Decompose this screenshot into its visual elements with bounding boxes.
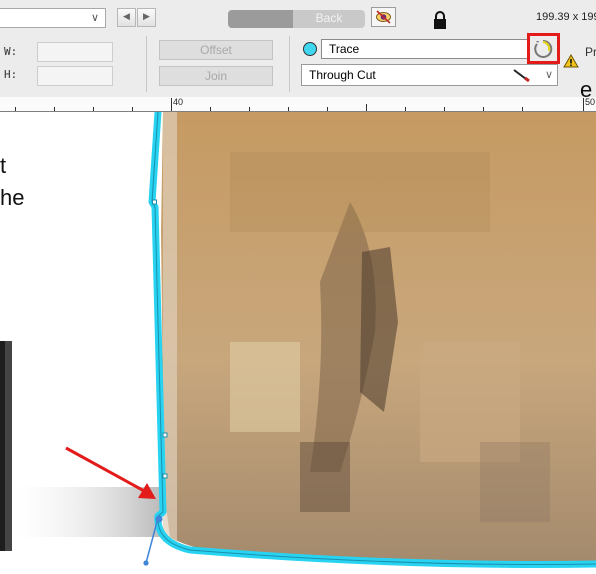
toolbar-separator xyxy=(146,36,147,92)
ruler-label-40: 40 xyxy=(173,97,184,107)
lock-icon[interactable] xyxy=(433,10,447,30)
warning-icon xyxy=(563,54,579,68)
partial-label: Pr xyxy=(585,45,596,59)
width-field[interactable] xyxy=(37,42,113,62)
eye-toggle-button[interactable] xyxy=(371,7,396,27)
cut-settings-toolbar: ∨ ◀ ▶ Back 199.39 x 199.8 W: H: Offset J… xyxy=(0,0,596,98)
join-button[interactable]: Join xyxy=(159,66,273,86)
nav-prev-button[interactable]: ◀ xyxy=(117,8,136,27)
knife-icon xyxy=(513,69,530,82)
cut-style-value: Through Cut xyxy=(309,68,376,82)
trace-line-field[interactable]: Trace xyxy=(321,39,528,59)
design-canvas[interactable] xyxy=(0,112,596,574)
cut-style-select[interactable]: Through Cut ∨ xyxy=(301,64,558,86)
image-layer xyxy=(0,112,596,568)
offset-button[interactable]: Offset xyxy=(159,40,273,60)
chevron-down-icon[interactable]: ∨ xyxy=(545,65,553,85)
eye-icon xyxy=(376,10,391,24)
back-toggle[interactable]: Back xyxy=(293,10,365,28)
toolbar-separator xyxy=(289,36,290,92)
preset-combo[interactable]: ∨ xyxy=(0,8,106,28)
document-text: e xyxy=(580,77,593,102)
nav-next-button[interactable]: ▶ xyxy=(137,8,156,27)
height-label: H: xyxy=(4,68,18,81)
height-field[interactable] xyxy=(37,66,113,86)
horizontal-ruler: 40 50 xyxy=(0,97,596,112)
combo-dropdown-icon[interactable]: ∨ xyxy=(91,11,99,24)
trace-color-swatch[interactable] xyxy=(303,42,317,56)
highlight-box xyxy=(527,33,560,64)
width-label: W: xyxy=(4,45,18,58)
toolbar-top-row: ∨ ◀ ▶ Back 199.39 x 199.8 xyxy=(0,0,596,34)
document-text: t xyxy=(0,153,7,178)
front-toggle[interactable] xyxy=(228,10,293,28)
dimensions-readout: 199.39 x 199.8 xyxy=(536,11,596,23)
document-text: he xyxy=(0,185,25,210)
